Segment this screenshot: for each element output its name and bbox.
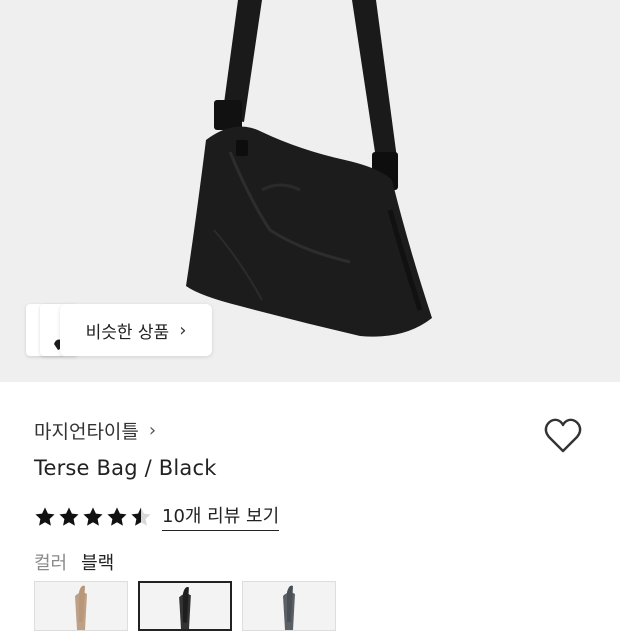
- chevron-right-icon: ›: [179, 319, 187, 341]
- rating-row: 10개 리뷰 보기: [34, 502, 280, 531]
- color-swatch-grey[interactable]: [242, 581, 336, 631]
- star-icon: [83, 507, 103, 526]
- rating-stars: [34, 506, 152, 528]
- star-icon: [107, 507, 127, 526]
- color-selector-label: 컬러 블랙: [34, 549, 114, 575]
- similar-products-label: 비슷한 상품: [85, 322, 170, 343]
- star-icon: [35, 507, 55, 526]
- swatch-bag-thumbnail: [283, 585, 295, 630]
- similar-products-button[interactable]: 비슷한 상품 ›: [60, 304, 212, 356]
- color-swatch-beige[interactable]: [34, 581, 128, 631]
- review-link[interactable]: 10개 리뷰 보기: [162, 502, 280, 531]
- product-image[interactable]: 비슷한 상품 ›: [0, 0, 620, 382]
- swatch-bag-thumbnail: [179, 587, 191, 629]
- wishlist-button[interactable]: [541, 414, 585, 458]
- star-icon: [59, 507, 79, 526]
- product-title: Terse Bag / Black: [34, 456, 217, 480]
- color-value: 블랙: [81, 553, 115, 574]
- color-swatch-black[interactable]: [138, 581, 232, 631]
- color-swatches: [34, 581, 336, 631]
- brand-name: 마지언타이틀: [34, 421, 139, 443]
- chevron-right-icon: ›: [148, 420, 157, 441]
- swatch-bag-thumbnail: [75, 585, 87, 630]
- color-label: 컬러: [34, 553, 68, 574]
- heart-outline-icon: [544, 418, 582, 453]
- brand-link[interactable]: 마지언타이틀 ›: [34, 417, 156, 444]
- star-icon: [131, 507, 151, 526]
